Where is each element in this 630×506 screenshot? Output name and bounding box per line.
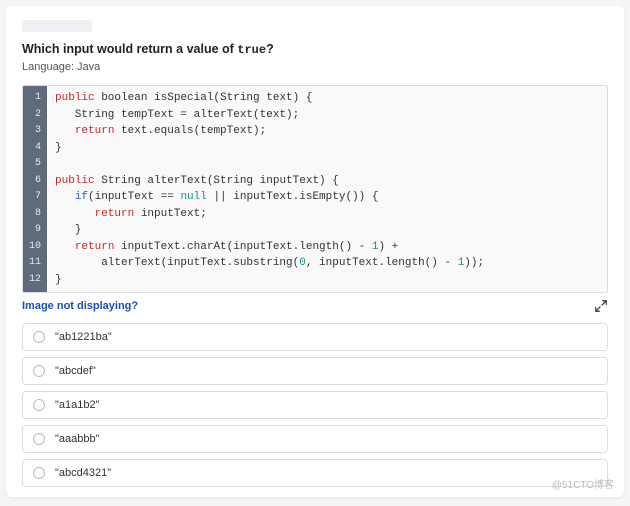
line-number: 5	[27, 156, 41, 173]
watermark-text: @51CTO博客	[552, 476, 614, 491]
code-line: alterText(inputText.substring(0, inputTe…	[55, 255, 484, 272]
line-number: 11	[27, 255, 41, 272]
radio-icon	[33, 365, 45, 377]
code-line: }	[55, 140, 484, 157]
question-prefix: Which input would return a value of	[22, 42, 237, 56]
question-card: Which input would return a value of true…	[6, 6, 624, 497]
line-number: 8	[27, 206, 41, 223]
answer-option[interactable]: "a1a1b2"	[22, 391, 608, 419]
code-line: return inputText;	[55, 206, 484, 223]
line-number: 6	[27, 173, 41, 190]
line-number: 4	[27, 140, 41, 157]
option-label: "abcd4321"	[55, 467, 111, 479]
radio-icon	[33, 433, 45, 445]
image-not-displaying-link[interactable]: Image not displaying?	[22, 300, 138, 312]
header-placeholder	[22, 20, 92, 32]
line-number: 3	[27, 123, 41, 140]
line-number: 12	[27, 272, 41, 289]
option-label: "ab1221ba"	[55, 331, 112, 343]
code-line: String tempText = alterText(text);	[55, 107, 484, 124]
line-number: 9	[27, 222, 41, 239]
code-line: return text.equals(tempText);	[55, 123, 484, 140]
answer-option[interactable]: "aaabbb"	[22, 425, 608, 453]
radio-icon	[33, 467, 45, 479]
expand-icon[interactable]	[594, 299, 608, 313]
code-line: public boolean isSpecial(String text) {	[55, 90, 484, 107]
option-label: "abcdef"	[55, 365, 96, 377]
line-number: 2	[27, 107, 41, 124]
answer-option[interactable]: "abcd4321"	[22, 459, 608, 487]
line-number: 10	[27, 239, 41, 256]
question-text: Which input would return a value of true…	[22, 42, 608, 57]
image-help-row: Image not displaying?	[22, 299, 608, 313]
line-number: 7	[27, 189, 41, 206]
radio-icon	[33, 399, 45, 411]
code-line	[55, 156, 484, 173]
option-label: "aaabbb"	[55, 433, 100, 445]
code-line: }	[55, 272, 484, 289]
code-line: }	[55, 222, 484, 239]
code-block: 123456789101112 public boolean isSpecial…	[22, 85, 608, 293]
line-number-gutter: 123456789101112	[23, 86, 47, 292]
answer-option[interactable]: "ab1221ba"	[22, 323, 608, 351]
line-number: 1	[27, 90, 41, 107]
code-line: return inputText.charAt(inputText.length…	[55, 239, 484, 256]
answer-option[interactable]: "abcdef"	[22, 357, 608, 385]
answer-options: "ab1221ba" "abcdef" "a1a1b2" "aaabbb" "abcd4…	[22, 323, 608, 487]
question-suffix: ?	[266, 42, 274, 56]
question-mono: true	[237, 43, 266, 57]
code-line: if(inputText == null || inputText.isEmpt…	[55, 189, 484, 206]
option-label: "a1a1b2"	[55, 399, 100, 411]
language-label: Language: Java	[22, 61, 608, 73]
code-content: public boolean isSpecial(String text) { …	[47, 86, 492, 292]
radio-icon	[33, 331, 45, 343]
code-line: public String alterText(String inputText…	[55, 173, 484, 190]
